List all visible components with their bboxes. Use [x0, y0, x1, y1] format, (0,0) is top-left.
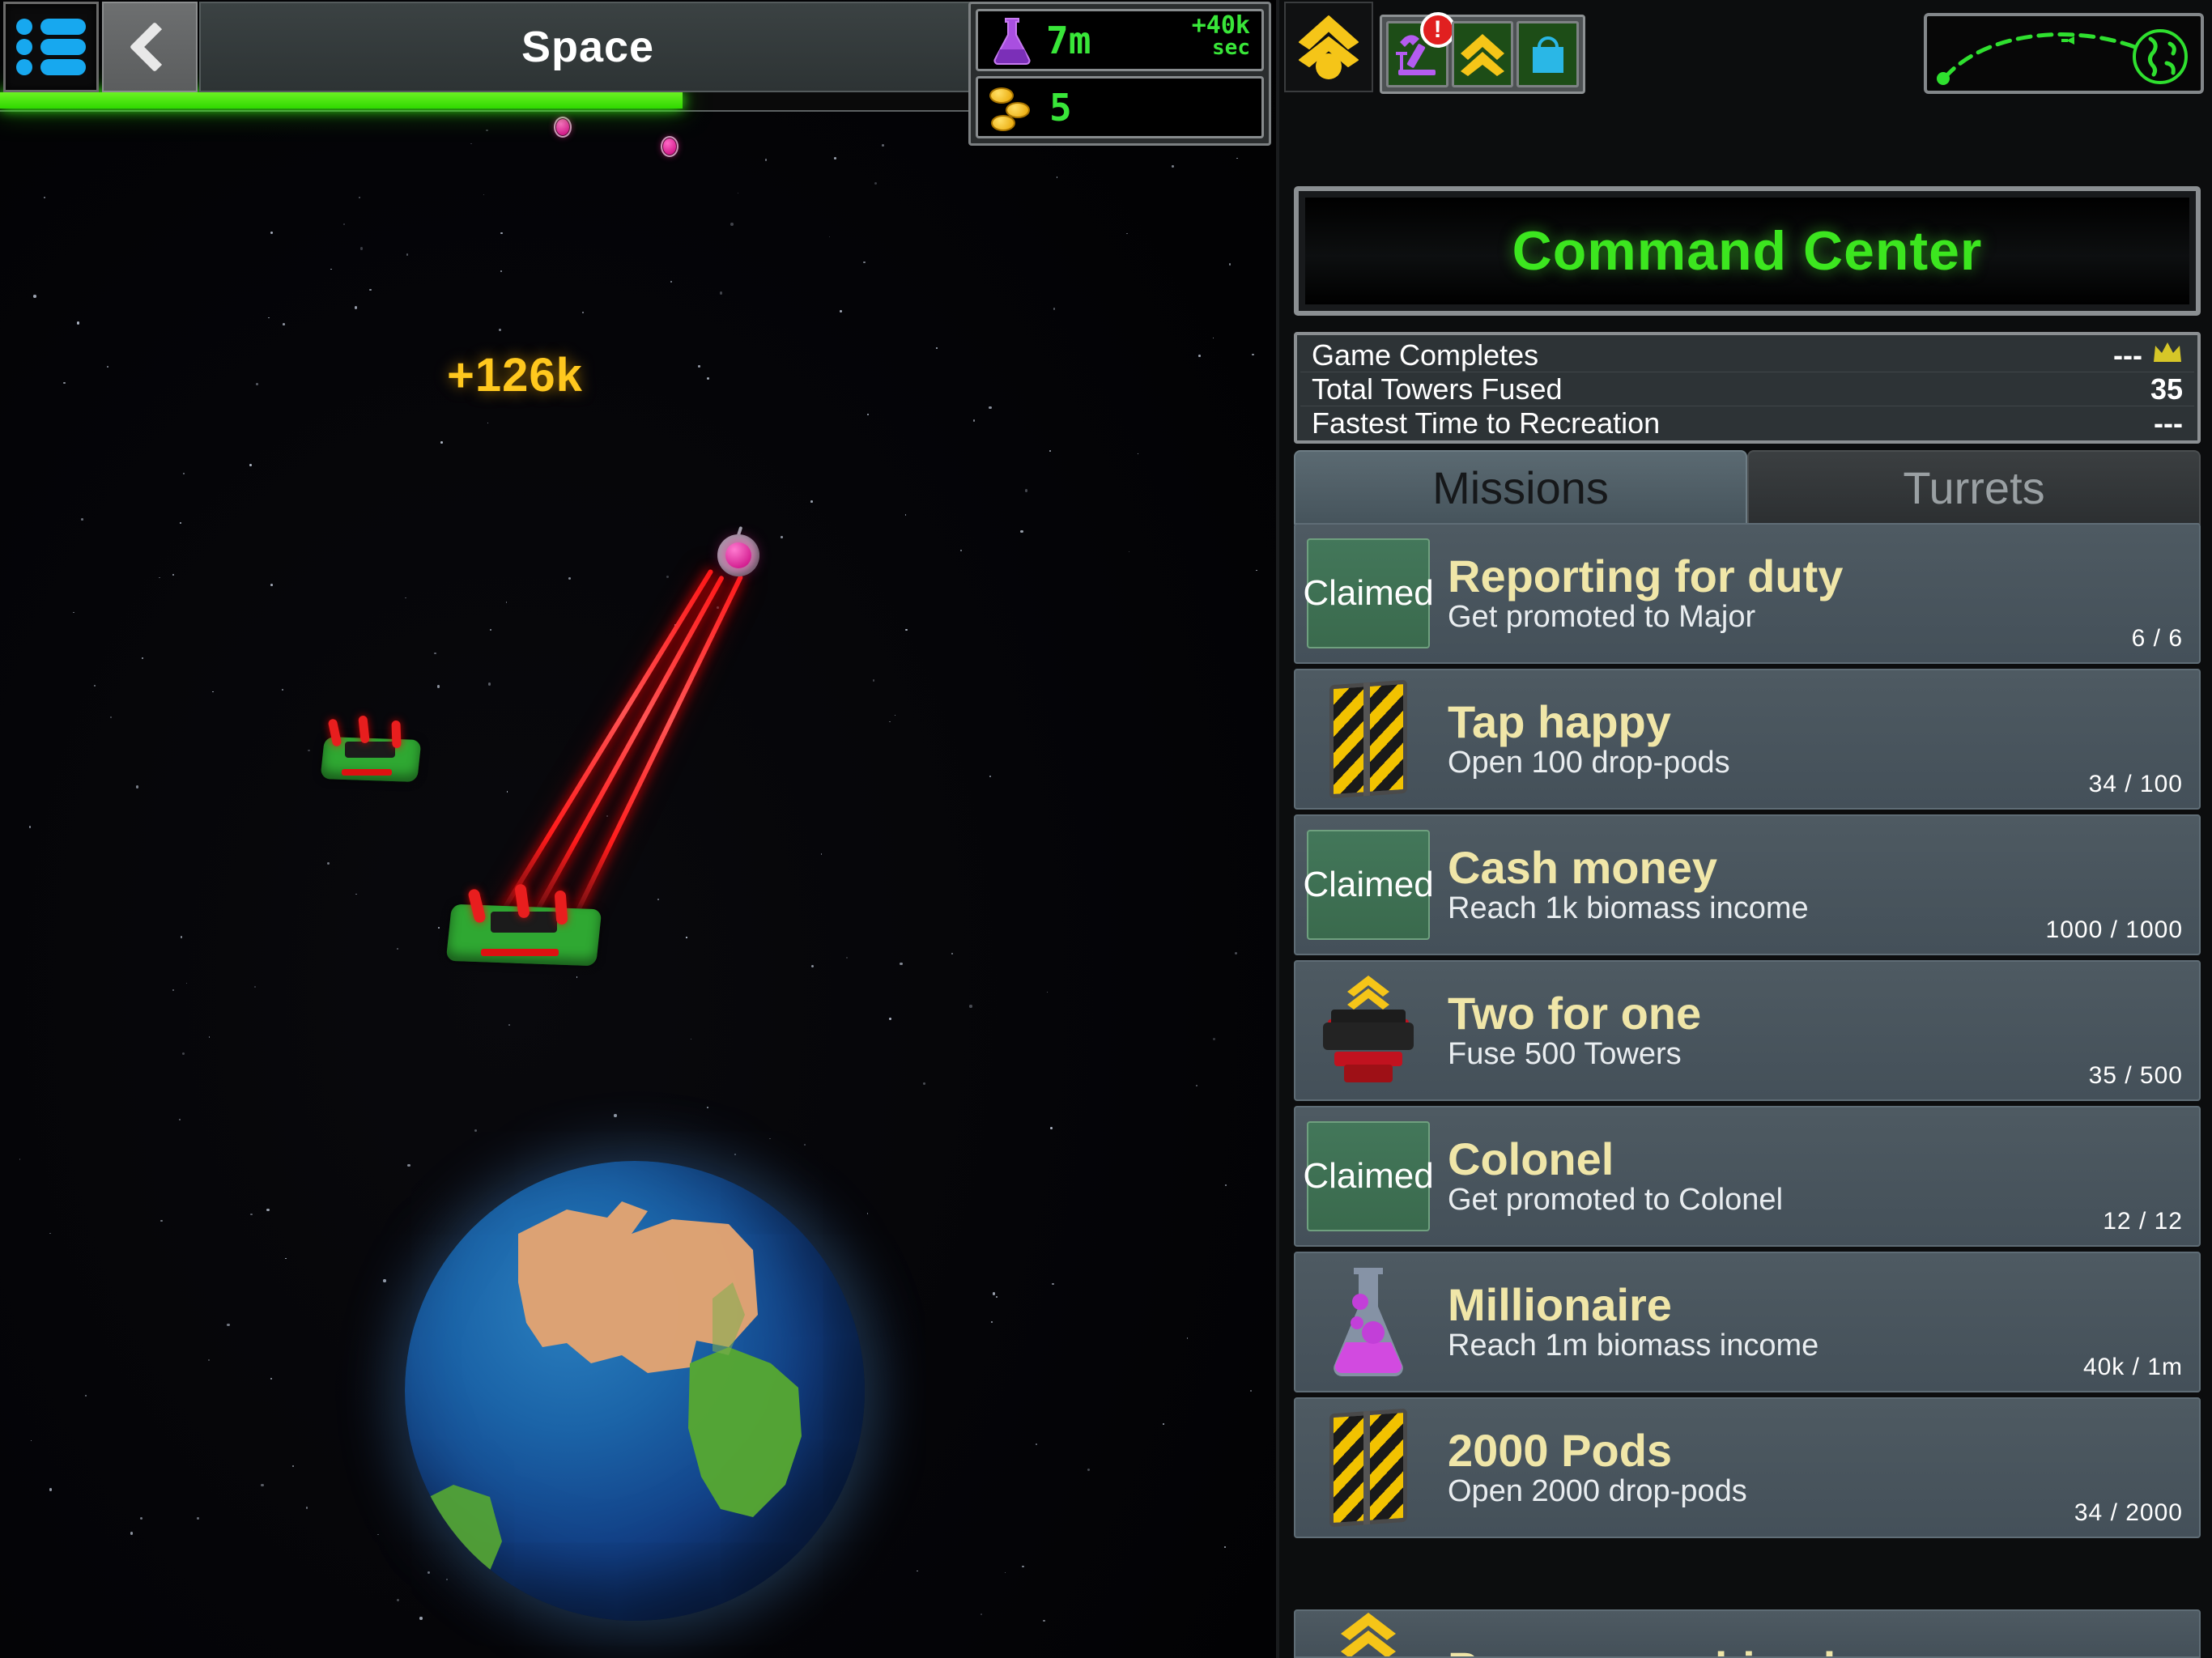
gold-tower-icon: [1307, 1611, 1430, 1656]
enemy-drone-icon[interactable]: [716, 525, 761, 576]
list-menu-icon[interactable]: [3, 2, 99, 92]
mission-row[interactable]: Claimed Colonel Get promoted to Colonel …: [1294, 1106, 2201, 1247]
resource-panel: 7m +40k sec 5: [968, 2, 1271, 146]
command-center-title: Command Center: [1305, 198, 2189, 304]
mission-desc: Open 100 drop-pods: [1448, 745, 1730, 780]
stat-label: Fastest Time to Recreation: [1312, 406, 1661, 440]
game-viewport[interactable]: +126k Space: [0, 0, 1276, 1658]
mission-row[interactable]: Two for one Fuse 500 Towers 35 / 500: [1294, 960, 2201, 1101]
mission-title: Tap happy: [1448, 695, 1671, 747]
claimed-badge[interactable]: Claimed: [1303, 538, 1434, 648]
build-button[interactable]: !: [1386, 12, 1456, 87]
laser-beam: [491, 568, 714, 927]
green-turret-icon[interactable]: [320, 715, 422, 783]
back-chevron-icon[interactable]: [102, 2, 198, 92]
laser-beam: [524, 575, 725, 932]
right-panel: ! Command Center Game Completes --- Tota…: [1276, 0, 2212, 1658]
coins-resource[interactable]: 5: [976, 76, 1264, 138]
stat-row: Game Completes ---: [1300, 338, 2194, 372]
flask-icon: [989, 15, 1035, 66]
mission-progress: 34 / 2000: [2074, 1499, 2183, 1526]
mission-row[interactable]: Powers combined: [1294, 1609, 2201, 1658]
laser-beam: [564, 574, 744, 935]
tab-missions[interactable]: Missions: [1294, 450, 1747, 525]
crown-icon: [2152, 338, 2183, 372]
mission-progress: 12 / 12: [2103, 1208, 2183, 1235]
stats-box: Game Completes --- Total Towers Fused 35…: [1294, 332, 2201, 444]
stat-row: Fastest Time to Recreation ---: [1300, 406, 2194, 440]
mission-row[interactable]: Tap happy Open 100 drop-pods 34 / 100: [1294, 669, 2201, 810]
score-popup: +126k: [447, 349, 583, 402]
mission-desc: Fuse 500 Towers: [1448, 1036, 1682, 1071]
mission-progress: 6 / 6: [2131, 625, 2183, 652]
mission-title: Colonel: [1448, 1133, 1614, 1184]
green-turret-icon[interactable]: [445, 883, 602, 967]
biomass-resource[interactable]: 7m +40k sec: [976, 9, 1264, 71]
mission-title: Millionaire: [1448, 1278, 1672, 1330]
planet-earth-icon: [405, 1161, 865, 1621]
mission-row[interactable]: Millionaire Reach 1m biomass income 40k …: [1294, 1252, 2201, 1392]
stat-value-group: ---: [2113, 338, 2183, 372]
upgrade-button[interactable]: [1451, 21, 1514, 87]
mission-progress: 1000 / 1000: [2045, 916, 2183, 943]
mission-row[interactable]: Claimed Cash money Reach 1k biomass inco…: [1294, 814, 2201, 955]
claimed-badge[interactable]: Claimed: [1303, 830, 1434, 940]
mission-list[interactable]: Claimed Reporting for duty Get promoted …: [1294, 523, 2201, 1640]
biomass-rate: +40k sec: [1191, 11, 1250, 60]
mission-desc: Get promoted to Colonel: [1448, 1182, 1784, 1217]
mission-title: Cash money: [1448, 841, 1717, 893]
alert-badge: !: [1419, 12, 1456, 48]
drop-pod-icon: [1307, 1407, 1430, 1528]
command-center-title-frame: Command Center: [1294, 186, 2201, 316]
mission-progress: 35 / 500: [2088, 1062, 2183, 1089]
mission-row[interactable]: Claimed Reporting for duty Get promoted …: [1294, 523, 2201, 664]
enemy-drone-icon[interactable]: [661, 136, 678, 157]
claimed-badge[interactable]: Claimed: [1303, 1121, 1434, 1231]
flask-icon: [1307, 1261, 1430, 1383]
page-title: Space: [521, 23, 655, 71]
mission-progress: 40k / 1m: [2082, 1354, 2183, 1380]
stat-label: Total Towers Fused: [1312, 372, 1563, 406]
mission-desc: Get promoted to Major: [1448, 599, 1756, 634]
mission-title: 2000 Pods: [1448, 1424, 1673, 1476]
tab-turrets[interactable]: Turrets: [1747, 450, 2201, 525]
stat-row: Total Towers Fused 35: [1300, 372, 2194, 406]
mission-row[interactable]: 2000 Pods Open 2000 drop-pods 34 / 2000: [1294, 1397, 2201, 1538]
stat-label: Game Completes: [1312, 338, 1539, 372]
enemy-drone-icon[interactable]: [554, 117, 572, 138]
mission-title: Reporting for duty: [1448, 550, 1844, 602]
trajectory-minimap-icon[interactable]: [1924, 13, 2204, 94]
action-toolbar: !: [1380, 12, 1585, 94]
coins-value: 5: [1049, 85, 1072, 130]
shop-button[interactable]: [1516, 21, 1580, 87]
mission-title: Powers combined: [1430, 1642, 1836, 1656]
stat-value: ---: [2154, 406, 2183, 440]
coins-icon: [989, 83, 1038, 133]
stat-value: 35: [2150, 372, 2183, 406]
game-screen: +126k Space 7m +40k sec 5 ! Command Cent…: [0, 0, 2212, 1658]
fused-tower-icon: [1307, 970, 1430, 1091]
drop-pod-icon: [1307, 678, 1430, 800]
mission-progress: 34 / 100: [2088, 771, 2183, 797]
mission-title: Two for one: [1448, 987, 1702, 1039]
tab-bar: Missions Turrets: [1294, 450, 2201, 525]
stat-value: ---: [2113, 338, 2142, 372]
rank-insignia-icon[interactable]: [1284, 2, 1373, 92]
biomass-value: 7m: [1046, 18, 1091, 62]
